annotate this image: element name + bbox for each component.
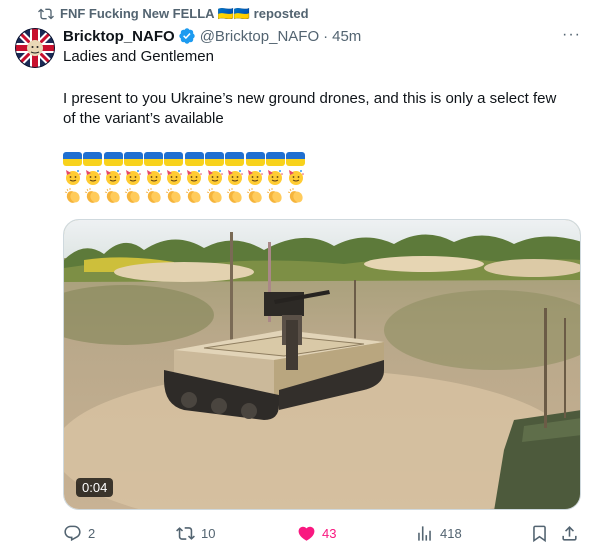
more-options-icon[interactable]: ··· bbox=[562, 26, 581, 44]
repost-label: FNF Fucking New FELLA 🇺🇦🇺🇦 reposted bbox=[60, 6, 309, 21]
party-face-icon bbox=[266, 168, 285, 186]
clapping-hands-icon bbox=[164, 187, 183, 205]
like-button[interactable]: 43 bbox=[297, 522, 336, 544]
repost-context[interactable]: FNF Fucking New FELLA 🇺🇦🇺🇦 reposted bbox=[38, 4, 309, 24]
ukraine-flag-icon bbox=[164, 152, 184, 166]
emoji-row-clap bbox=[63, 187, 305, 205]
reply-button[interactable]: 2 bbox=[63, 522, 95, 544]
ukraine-flag-icon bbox=[103, 152, 123, 166]
clapping-hands-icon bbox=[83, 187, 102, 205]
author-name[interactable]: Bricktop_NAFO bbox=[63, 28, 175, 45]
party-face-icon bbox=[164, 168, 183, 186]
clapping-hands-icon bbox=[246, 187, 265, 205]
post-text-line: I present to you Ukraine’s new ground dr… bbox=[63, 90, 557, 107]
views-count: 418 bbox=[440, 525, 462, 541]
party-face-icon bbox=[104, 168, 123, 186]
repost-icon bbox=[176, 526, 195, 540]
views-button[interactable]: 418 bbox=[415, 522, 462, 544]
bookmark-icon bbox=[533, 525, 546, 542]
clapping-hands-icon bbox=[104, 187, 123, 205]
party-face-icon bbox=[83, 168, 102, 186]
party-face-icon bbox=[63, 168, 82, 186]
post-text-line: of the variant’s available bbox=[63, 110, 224, 127]
ukraine-flag-icon bbox=[123, 152, 143, 166]
clapping-hands-icon bbox=[63, 187, 82, 205]
ukraine-flag-icon bbox=[286, 152, 306, 166]
like-count: 43 bbox=[322, 525, 337, 541]
reply-count: 2 bbox=[88, 525, 96, 541]
clapping-hands-icon bbox=[124, 187, 143, 205]
ukraine-flag-icon bbox=[205, 152, 225, 166]
views-icon bbox=[418, 525, 431, 541]
action-bar: 2 10 43 418 bbox=[63, 522, 581, 544]
repost-count: 10 bbox=[201, 525, 216, 541]
video-player[interactable]: 0:04 bbox=[63, 219, 581, 510]
share-button[interactable] bbox=[560, 522, 579, 544]
clapping-hands-icon bbox=[185, 187, 204, 205]
ukraine-flag-icon bbox=[184, 152, 204, 166]
reply-icon bbox=[64, 525, 81, 541]
ukraine-flag-icon bbox=[225, 152, 245, 166]
party-face-icon bbox=[286, 168, 305, 186]
party-face-icon bbox=[144, 168, 163, 186]
repost-button[interactable]: 10 bbox=[176, 522, 215, 544]
clapping-hands-icon bbox=[144, 187, 163, 205]
clapping-hands-icon bbox=[225, 187, 244, 205]
clapping-hands-icon bbox=[266, 187, 285, 205]
post-text-line: Ladies and Gentlemen bbox=[63, 48, 214, 65]
heart-icon bbox=[298, 526, 315, 541]
author-handle[interactable]: @Bricktop_NAFO bbox=[200, 28, 319, 45]
post-time[interactable]: 45m bbox=[332, 28, 361, 45]
party-face-icon bbox=[225, 168, 244, 186]
verified-badge-icon[interactable] bbox=[178, 27, 196, 45]
avatar[interactable] bbox=[15, 28, 55, 68]
emoji-row-party bbox=[63, 168, 305, 186]
bookmark-button[interactable] bbox=[530, 522, 549, 544]
party-face-icon bbox=[246, 168, 265, 186]
ukraine-flag-icon bbox=[63, 152, 82, 166]
ukraine-flag-icon bbox=[245, 152, 265, 166]
ukraine-flag-icon bbox=[144, 152, 164, 166]
clapping-hands-icon bbox=[205, 187, 224, 205]
party-face-icon bbox=[124, 168, 143, 186]
separator-dot: · bbox=[323, 27, 329, 45]
ukraine-flag-icon bbox=[83, 152, 103, 166]
party-face-icon bbox=[185, 168, 204, 186]
repost-icon bbox=[38, 8, 54, 20]
video-timecode: 0:04 bbox=[76, 478, 114, 497]
party-face-icon bbox=[205, 168, 224, 186]
video-frame bbox=[64, 220, 580, 509]
emoji-row-flags bbox=[63, 150, 306, 168]
clapping-hands-icon bbox=[286, 187, 305, 205]
share-icon bbox=[562, 525, 577, 541]
post-header: Bricktop_NAFO @Bricktop_NAFO · 45m ··· bbox=[63, 26, 587, 46]
ukraine-flag-icon bbox=[265, 152, 285, 166]
